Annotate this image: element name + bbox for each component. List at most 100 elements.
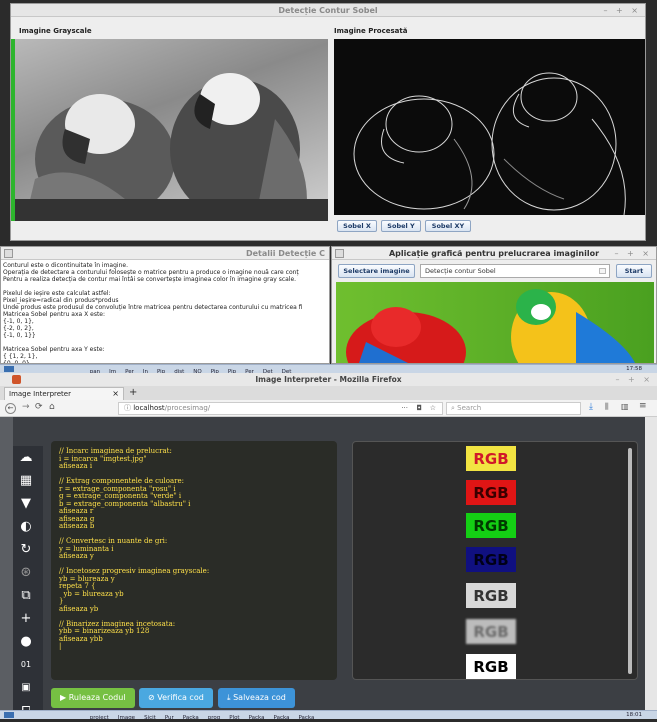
sobel-y-button[interactable]: Sobel Y bbox=[381, 220, 421, 232]
taskbar-item[interactable]: Pur bbox=[165, 714, 174, 719]
tab-image-interpreter[interactable]: Image Interpreter × bbox=[4, 387, 124, 400]
sobel-title: Detecție Contur Sobel bbox=[278, 6, 377, 15]
layers-icon[interactable]: ⧉ bbox=[13, 584, 39, 607]
taskbar-item[interactable]: Sicit bbox=[144, 714, 156, 719]
downloads-icon[interactable]: ⤓ bbox=[589, 402, 593, 412]
taskbar-item[interactable]: Packa bbox=[298, 714, 314, 719]
back-icon[interactable]: ← bbox=[5, 403, 16, 414]
taskbar-item[interactable]: Image bbox=[118, 714, 135, 719]
output-thumbnail-text: RGB bbox=[473, 658, 508, 676]
close-icon[interactable]: × bbox=[112, 388, 119, 400]
sobel-x-button[interactable]: Sobel X bbox=[337, 220, 377, 232]
url-bar[interactable]: ⓘ localhost/procesimag/ ··· ◘ ☆ bbox=[118, 402, 443, 415]
channels-icon[interactable]: ⊛ bbox=[13, 561, 39, 584]
url-host: localhost bbox=[133, 404, 164, 412]
upload-cloud-icon[interactable]: ☁ bbox=[13, 446, 39, 469]
forward-icon[interactable]: → bbox=[22, 402, 30, 412]
binary-icon[interactable]: 01 bbox=[13, 653, 39, 676]
detalii-title: Detalii Detecție C bbox=[246, 249, 325, 258]
detalii-text-line: Conturul este o dicontinuitate în imagin… bbox=[3, 262, 303, 269]
output-scrollbar[interactable] bbox=[628, 448, 632, 674]
taskbar-item[interactable]: Packa bbox=[274, 714, 290, 719]
page-scrollbar[interactable] bbox=[645, 417, 657, 710]
image-icon[interactable]: ▣ bbox=[13, 676, 39, 699]
save-code-button[interactable]: ⤓ Salveaza cod bbox=[218, 688, 295, 708]
search-placeholder: Search bbox=[457, 404, 481, 412]
start-button[interactable]: Start bbox=[616, 264, 652, 278]
aplicatie-window: Aplicație grafică pentru prelucrarea ima… bbox=[331, 246, 657, 364]
detalii-text-line: {-2, 0, 2}, bbox=[3, 325, 303, 332]
run-code-button[interactable]: ▶ Ruleaza Codul bbox=[51, 688, 135, 708]
taskbar-start-icon[interactable] bbox=[4, 366, 14, 372]
code-line: | bbox=[59, 643, 329, 651]
taskbar-item[interactable]: proiect bbox=[90, 714, 109, 719]
taskbar-item[interactable]: Packa bbox=[183, 714, 199, 719]
play-icon: ▶ bbox=[60, 693, 69, 702]
output-thumbnail-blue: RGB bbox=[466, 547, 516, 572]
taskbar-clock: 17:58 bbox=[626, 365, 642, 373]
page-actions-icon[interactable]: ··· bbox=[401, 403, 408, 414]
add-icon[interactable]: + bbox=[13, 607, 39, 630]
output-thumbnail-original: RGB bbox=[466, 446, 516, 471]
detalii-text-area[interactable]: Conturul este o dicontinuitate în imagin… bbox=[3, 262, 303, 364]
sobel-edges-drawing bbox=[334, 39, 645, 215]
home-icon[interactable]: ⌂ bbox=[49, 402, 55, 412]
processed-image bbox=[334, 39, 645, 215]
grid-icon[interactable]: ▦ bbox=[13, 469, 39, 492]
sobel-titlebar[interactable]: Detecție Contur Sobel – + × bbox=[11, 4, 645, 17]
aplicatie-titlebar[interactable]: Aplicație grafică pentru prelucrarea ima… bbox=[332, 247, 656, 260]
firefox-titlebar[interactable]: Image Interpreter - Mozilla Firefox – + … bbox=[0, 373, 657, 386]
code-line: yb = blureaza y bbox=[59, 576, 329, 584]
firefox-window-controls[interactable]: – + × bbox=[616, 373, 654, 386]
detalii-text-line bbox=[3, 339, 303, 346]
sobel-window-controls[interactable]: – + × bbox=[604, 4, 642, 17]
taskbar-item[interactable]: Packa bbox=[249, 714, 265, 719]
dot-icon[interactable]: ● bbox=[13, 630, 39, 653]
taskbar-item[interactable]: prog bbox=[208, 714, 221, 719]
bookmark-star-icon[interactable]: ☆ bbox=[430, 403, 436, 414]
code-line: afiseaza g bbox=[59, 516, 329, 524]
taskbar-items: proiect Image Sicit Pur Packa prog Plot Packa Pa… bbox=[90, 714, 324, 719]
taskbar-start-icon[interactable] bbox=[4, 712, 14, 718]
new-tab-button[interactable]: + bbox=[129, 386, 137, 399]
info-icon[interactable]: ⓘ bbox=[124, 404, 133, 412]
pocket-icon[interactable]: ◘ bbox=[416, 403, 422, 414]
filter-icon[interactable]: ▼ bbox=[13, 492, 39, 515]
code-line: afiseaza ybb bbox=[59, 636, 329, 644]
firefox-window-title: Image Interpreter - Mozilla Firefox bbox=[255, 375, 401, 384]
output-thumbnail-green: RGB bbox=[466, 513, 516, 538]
taskbar-bottom: proiect Image Sicit Pur Packa prog Plot Packa Pa… bbox=[0, 710, 657, 719]
rotate-icon[interactable]: ↻ bbox=[13, 538, 39, 561]
sobel-xy-button[interactable]: Sobel XY bbox=[425, 220, 471, 232]
grayscale-parrots-drawing bbox=[15, 39, 328, 221]
library-icon[interactable]: ⫼ bbox=[605, 402, 609, 412]
contrast-icon[interactable]: ◐ bbox=[13, 515, 39, 538]
detalii-text-line: { {1, 2, 1}, bbox=[3, 353, 303, 360]
verify-code-button[interactable]: ⊘ Verifica cod bbox=[139, 688, 213, 708]
output-thumbnail-blur: RGB bbox=[466, 619, 516, 644]
firefox-navbar: ← → ⟳ ⌂ ⓘ localhost/procesimag/ ··· ◘ ☆ … bbox=[0, 400, 657, 417]
detalii-text-line: Matricea Sobel pentru axa Y este: bbox=[3, 346, 303, 353]
color-image-preview bbox=[336, 282, 654, 364]
select-image-button[interactable]: Selectare imagine bbox=[338, 264, 415, 278]
code-line: y = luminanta i bbox=[59, 546, 329, 554]
grayscale-image bbox=[15, 39, 328, 221]
detalii-text-line: Pixel_ieșire=radical din produs*produs bbox=[3, 297, 303, 304]
save-code-label: Salveaza cod bbox=[233, 693, 286, 702]
search-input[interactable]: ⌕ Search bbox=[446, 402, 581, 415]
code-editor[interactable]: // Incarc imaginea de prelucrat:i = inca… bbox=[51, 441, 337, 680]
output-thumbnail-text: RGB bbox=[473, 623, 508, 641]
run-code-label: Ruleaza Codul bbox=[69, 693, 126, 702]
aplicatie-window-controls[interactable]: – + × bbox=[615, 247, 653, 260]
detalii-titlebar[interactable]: Detalii Detecție C bbox=[1, 247, 329, 260]
sidebar-icon[interactable]: ▥ bbox=[621, 402, 629, 411]
output-panel: RGBRGBRGBRGBRGBRGBRGB bbox=[352, 441, 638, 680]
menu-icon[interactable]: ≡ bbox=[639, 401, 647, 411]
detalii-text-line: {-1, 0, 1}} bbox=[3, 332, 303, 339]
java-app-icon bbox=[335, 249, 344, 258]
taskbar-item[interactable]: Plot bbox=[229, 714, 239, 719]
url-path: /procesimag/ bbox=[165, 404, 210, 412]
reload-icon[interactable]: ⟳ bbox=[35, 402, 43, 412]
taskbar-clock: 18:01 bbox=[626, 711, 642, 719]
algorithm-dropdown[interactable]: Detecție contur Sobel bbox=[420, 264, 610, 278]
